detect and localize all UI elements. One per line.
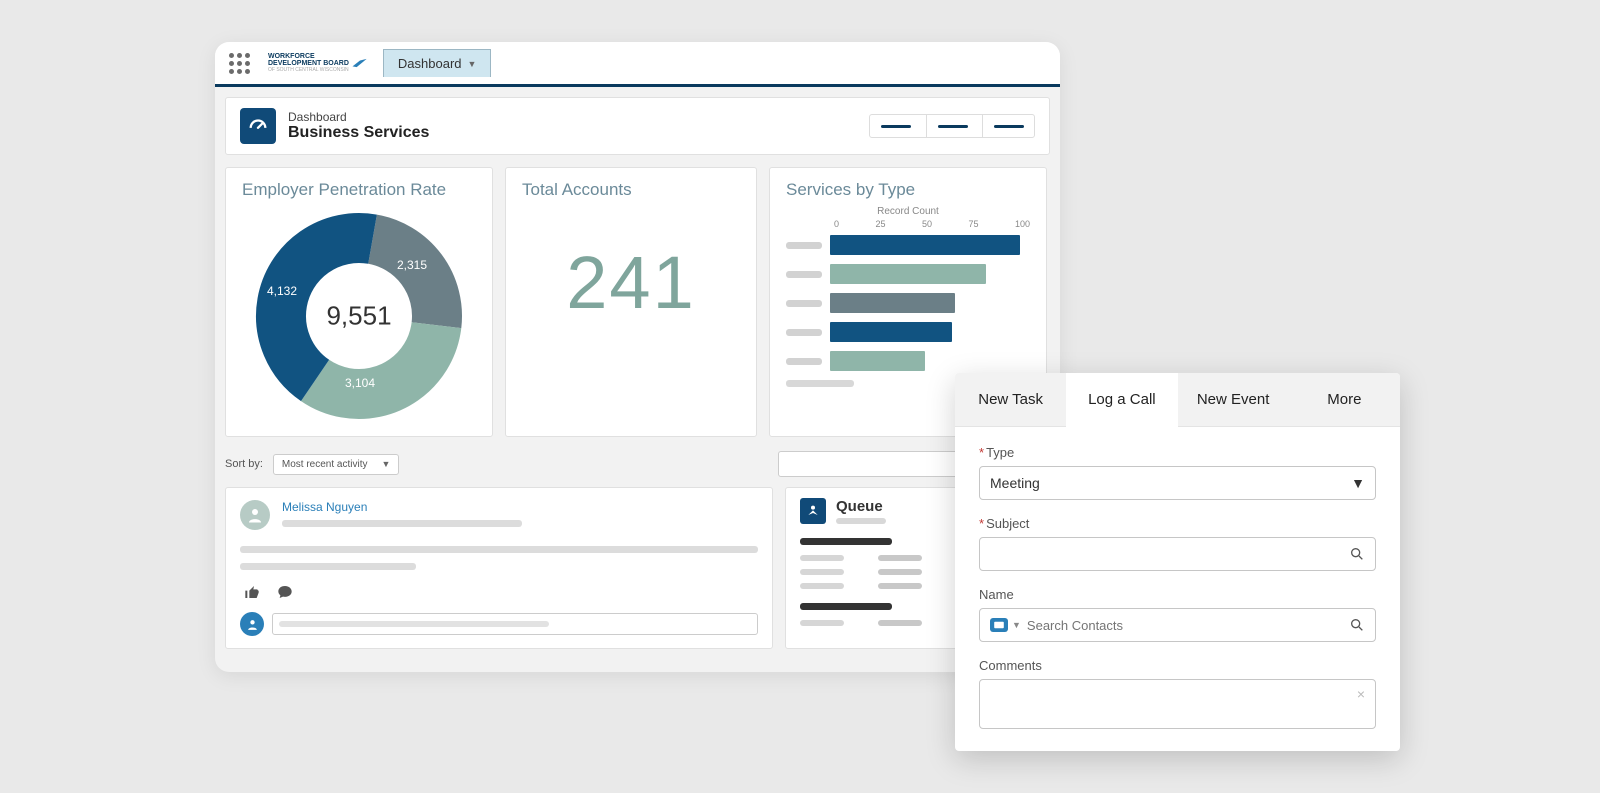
page-title: Business Services <box>288 124 429 142</box>
chevron-down-icon: ▼ <box>468 59 477 69</box>
main-window: WORKFORCE DEVELOPMENT BOARD OF SOUTH CEN… <box>215 42 1060 672</box>
subject-field[interactable] <box>990 547 1349 562</box>
card-title: Employer Penetration Rate <box>242 180 476 200</box>
org-logo: WORKFORCE DEVELOPMENT BOARD OF SOUTH CEN… <box>262 53 375 73</box>
logo-sub: OF SOUTH CENTRAL WISCONSIN <box>268 67 349 73</box>
bar-value <box>830 264 986 284</box>
chart-footer-skeleton <box>786 380 854 387</box>
card-title: Services by Type <box>786 180 1030 200</box>
avatar-small <box>240 612 264 636</box>
chevron-down-icon[interactable]: ▼ <box>1012 620 1021 630</box>
bar-value <box>830 235 1020 255</box>
bar-category <box>786 300 822 307</box>
bar-chart <box>786 235 1030 371</box>
avatar <box>240 500 270 530</box>
skeleton-line <box>800 538 892 545</box>
skeleton-line <box>800 603 892 610</box>
like-icon[interactable] <box>244 584 260 600</box>
header-actions <box>869 114 1035 138</box>
type-value: Meeting <box>990 475 1040 491</box>
page-header: Dashboard Business Services <box>225 97 1050 155</box>
field-label-subject: *Subject <box>979 516 1376 531</box>
queue-title: Queue <box>836 498 886 515</box>
chevron-down-icon: ▼ <box>382 459 391 469</box>
plane-icon <box>351 58 369 68</box>
skeleton-line <box>240 563 416 570</box>
nav-tab-label: Dashboard <box>398 56 462 71</box>
chevron-down-icon: ▼ <box>1351 475 1365 491</box>
name-field[interactable] <box>1027 618 1349 633</box>
sort-select[interactable]: Most recent activity ▼ <box>273 454 400 475</box>
logo-line1: WORKFORCE <box>268 53 349 60</box>
donut-segment-label-3: 4,132 <box>267 284 297 298</box>
tab-new-task[interactable]: New Task <box>955 373 1066 427</box>
sort-bar: Sort by: Most recent activity ▼ <box>225 451 1050 477</box>
skeleton-line <box>240 546 758 553</box>
skeleton-line <box>282 520 522 527</box>
subject-input[interactable] <box>979 537 1376 571</box>
app-launcher-icon[interactable] <box>225 49 254 78</box>
reply-input[interactable] <box>272 613 758 635</box>
header-action-1[interactable] <box>870 115 922 137</box>
header-action-3[interactable] <box>982 115 1034 137</box>
feed-author[interactable]: Melissa Nguyen <box>282 500 758 514</box>
sort-label: Sort by: <box>225 458 263 470</box>
topbar: WORKFORCE DEVELOPMENT BOARD OF SOUTH CEN… <box>215 42 1060 87</box>
axis-label: Record Count <box>786 206 1030 217</box>
tab-new-event[interactable]: New Event <box>1178 373 1289 427</box>
type-select[interactable]: Meeting ▼ <box>979 466 1376 500</box>
bar-category <box>786 358 822 365</box>
bar-value <box>830 293 955 313</box>
nav-tab-dashboard[interactable]: Dashboard ▼ <box>383 49 492 77</box>
activity-composer-panel: New Task Log a Call New Event More *Type… <box>955 373 1400 751</box>
logo-line2: DEVELOPMENT BOARD <box>268 60 349 67</box>
dashboard-icon <box>240 108 276 144</box>
activity-feed: Melissa Nguyen <box>225 487 773 649</box>
cards-row: Employer Penetration Rate 9,551 2,315 3,… <box>225 167 1050 437</box>
page-overline: Dashboard <box>288 110 429 124</box>
field-label-comments: Comments <box>979 658 1376 673</box>
header-action-2[interactable] <box>926 115 978 137</box>
donut-center-value: 9,551 <box>326 301 391 332</box>
search-icon <box>1349 617 1365 633</box>
tab-log-a-call[interactable]: Log a Call <box>1066 373 1177 427</box>
card-title: Total Accounts <box>522 180 740 200</box>
bottom-row: Melissa Nguyen <box>225 487 1050 649</box>
card-employer-penetration: Employer Penetration Rate 9,551 2,315 3,… <box>225 167 493 437</box>
bar-category <box>786 329 822 336</box>
name-lookup-input[interactable]: ▼ <box>979 608 1376 642</box>
tab-more[interactable]: More <box>1289 373 1400 427</box>
search-icon <box>1349 546 1365 562</box>
total-accounts-value: 241 <box>522 240 740 325</box>
skeleton-line <box>279 621 549 627</box>
sort-selected: Most recent activity <box>282 459 368 470</box>
comments-textarea[interactable]: × <box>979 679 1376 729</box>
comment-icon[interactable] <box>276 584 294 600</box>
donut-segment-label-2: 3,104 <box>345 376 375 390</box>
composer-tabs: New Task Log a Call New Event More <box>955 373 1400 427</box>
bar-category <box>786 271 822 278</box>
skeleton-line <box>836 518 886 524</box>
field-label-name: Name <box>979 587 1376 602</box>
queue-icon <box>800 498 826 524</box>
bar-value <box>830 351 925 371</box>
donut-chart: 9,551 2,315 3,104 4,132 <box>249 206 469 426</box>
card-total-accounts: Total Accounts 241 <box>505 167 757 437</box>
donut-segment-label-1: 2,315 <box>397 258 427 272</box>
axis-ticks: 0 25 50 75 100 <box>834 219 1030 229</box>
clear-icon[interactable]: × <box>1357 686 1365 702</box>
bar-category <box>786 242 822 249</box>
bar-value <box>830 322 952 342</box>
field-label-type: *Type <box>979 445 1376 460</box>
contact-badge-icon <box>990 618 1008 632</box>
